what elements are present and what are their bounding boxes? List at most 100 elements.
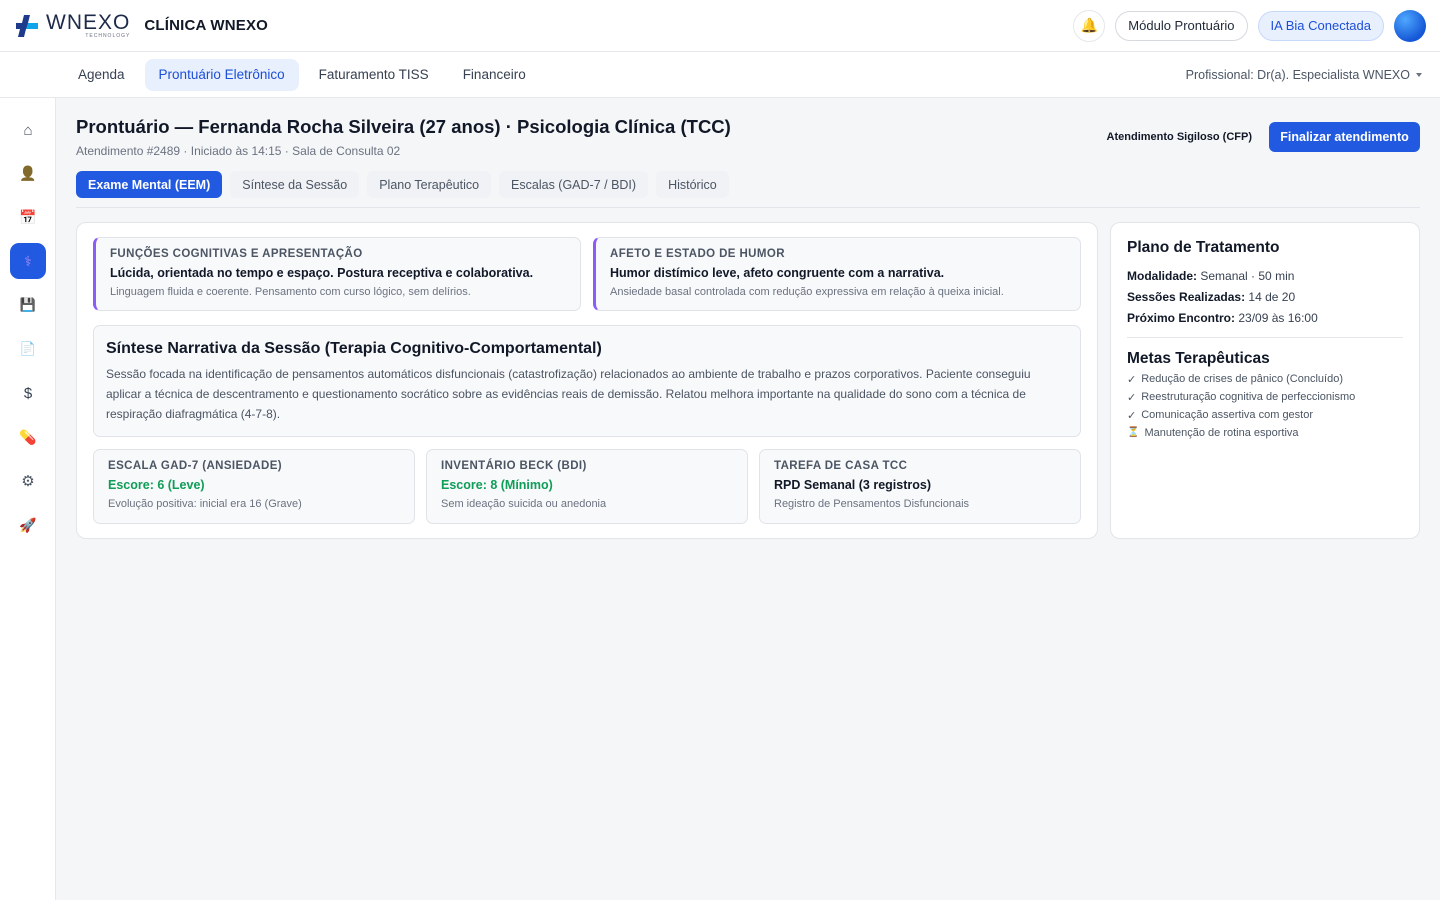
- professional-selector[interactable]: Profissional: Dr(a). Especialista WNEXO: [1186, 68, 1422, 82]
- bdi-title: INVENTÁRIO BECK (BDI): [441, 460, 587, 472]
- bdi-score: Escore: 8 (Mínimo): [441, 478, 553, 492]
- brand-logo[interactable]: WNEXO TECHNOLOGY: [14, 12, 130, 39]
- treatment-plan-title: Plano de Tratamento: [1127, 239, 1280, 256]
- clinic-name: CLÍNICA WNEXO: [144, 17, 269, 34]
- sidebar-item-launch[interactable]: 🚀: [10, 507, 46, 543]
- nav-tab-prontuario[interactable]: Prontuário Eletrônico: [144, 58, 299, 91]
- record-tabs: Exame Mental (EEM) Síntese da Sessão Pla…: [76, 171, 1420, 208]
- synthesis-title: Síntese Narrativa da Sessão (Terapia Cog…: [106, 340, 602, 357]
- sidebar-item-patients[interactable]: 👤: [10, 155, 46, 191]
- notifications-button[interactable]: 🔔: [1073, 9, 1106, 42]
- homework-card: TAREFA DE CASA TCC RPD Semanal (3 regist…: [759, 449, 1081, 524]
- rocket-icon: 🚀: [19, 516, 37, 533]
- mental-exam-panel: FUNÇÕES COGNITIVAS E APRESENTAÇÃO Lúcida…: [76, 222, 1098, 539]
- plan-modality: Modalidade: Semanal · 50 min: [1127, 269, 1403, 283]
- hourglass-icon: ⏳: [1127, 427, 1140, 438]
- bdi-note: Sem ideação suicida ou anedonia: [441, 498, 607, 510]
- gad7-note: Evolução positiva: inicial era 16 (Grave…: [108, 498, 302, 510]
- confidential-label: Atendimento Sigiloso (CFP): [1106, 131, 1252, 143]
- tab-history[interactable]: Histórico: [656, 171, 729, 198]
- module-button[interactable]: Módulo Prontuário: [1115, 10, 1248, 41]
- tab-scales[interactable]: Escalas (GAD-7 / BDI): [499, 171, 649, 198]
- sidebar-item-settings[interactable]: ⚙: [10, 463, 46, 499]
- plan-modality-label: Modalidade:: [1127, 269, 1198, 283]
- mood-card: AFETO E ESTADO DE HUMOR Humor distímico …: [593, 237, 1081, 311]
- user-icon: 👤: [19, 164, 37, 181]
- bdi-card: INVENTÁRIO BECK (BDI) Escore: 8 (Mínimo)…: [426, 449, 748, 524]
- sidebar-item-pharmacy[interactable]: 💊: [10, 419, 46, 455]
- user-avatar[interactable]: [1394, 9, 1426, 42]
- nav-tab-faturamento[interactable]: Faturamento TISS: [305, 59, 443, 91]
- divider: [1127, 337, 1403, 338]
- ia-status-button[interactable]: IA Bia Conectada: [1257, 10, 1384, 41]
- plan-next-value: 23/09 às 16:00: [1238, 311, 1318, 325]
- session-synthesis-card: Síntese Narrativa da Sessão (Terapia Cog…: [93, 325, 1081, 437]
- settings-icon: ⚙: [21, 473, 35, 490]
- sidebar: ⌂ 👤 📅 ⚕ 💾 📄 $ 💊 ⚙ 🚀: [0, 98, 56, 900]
- homework-note: Registro de Pensamentos Disfuncionais: [774, 498, 970, 510]
- goals-title: Metas Terapêuticas: [1127, 350, 1270, 367]
- cognitive-card-title: FUNÇÕES COGNITIVAS E APRESENTAÇÃO: [110, 248, 363, 260]
- plan-sessions-value: 14 de 20: [1248, 290, 1296, 304]
- goal-item: ✓ Reestruturação cognitiva de perfeccion…: [1127, 391, 1403, 404]
- gad7-title: ESCALA GAD-7 (ANSIEDADE): [108, 460, 283, 472]
- sidebar-item-documents[interactable]: 📄: [10, 331, 46, 367]
- main-nav: Agenda Prontuário Eletrônico Faturamento…: [0, 52, 1440, 98]
- sidebar-item-records[interactable]: ⚕: [10, 243, 46, 279]
- goals-list: ✓ Redução de crises de pânico (Concluído…: [1127, 373, 1403, 439]
- goal-text: Comunicação assertiva com gestor: [1141, 409, 1314, 421]
- calendar-icon: 📅: [19, 208, 37, 225]
- nav-tab-financeiro[interactable]: Financeiro: [449, 59, 540, 91]
- goal-item: ⏳ Manutenção de rotina esportiva: [1127, 427, 1403, 439]
- mood-card-note: Ansiedade basal controlada com redução e…: [610, 286, 1004, 298]
- goal-item: ✓ Redução de crises de pânico (Concluído…: [1127, 373, 1403, 386]
- professional-label: Profissional: Dr(a). Especialista WNEXO: [1185, 67, 1410, 82]
- goal-item: ✓ Comunicação assertiva com gestor: [1127, 409, 1403, 422]
- tab-mental-exam[interactable]: Exame Mental (EEM): [76, 171, 223, 198]
- stethoscope-icon: ⚕: [24, 252, 32, 269]
- goal-text: Redução de crises de pânico (Concluído): [1141, 373, 1343, 385]
- sidebar-item-home[interactable]: ⌂: [10, 112, 46, 148]
- top-bar: WNEXO TECHNOLOGY CLÍNICA WNEXO 🔔 Módulo …: [0, 0, 1440, 52]
- check-icon: ✓: [1127, 410, 1137, 422]
- homework-title: TAREFA DE CASA TCC: [774, 460, 908, 472]
- finish-consultation-button[interactable]: Finalizar atendimento: [1269, 122, 1420, 152]
- home-icon: ⌂: [23, 121, 33, 139]
- cognitive-card-main: Lúcida, orientada no tempo e espaço. Pos…: [110, 266, 534, 280]
- chevron-down-icon: [1416, 72, 1422, 77]
- document-icon: 📄: [19, 341, 37, 356]
- mood-card-main: Humor distímico leve, afeto congruente c…: [610, 266, 945, 280]
- check-icon: ✓: [1127, 374, 1137, 386]
- plan-modality-value: Semanal · 50 min: [1200, 269, 1295, 283]
- cognitive-card: FUNÇÕES COGNITIVAS E APRESENTAÇÃO Lúcida…: [93, 237, 581, 311]
- cognitive-card-note: Linguagem fluida e coerente. Pensamento …: [110, 286, 471, 298]
- plan-next-session: Próximo Encontro: 23/09 às 16:00: [1127, 311, 1403, 325]
- gad7-card: ESCALA GAD-7 (ANSIEDADE) Escore: 6 (Leve…: [93, 449, 415, 524]
- tab-session-synthesis[interactable]: Síntese da Sessão: [230, 171, 360, 198]
- goal-text: Manutenção de rotina esportiva: [1144, 427, 1299, 439]
- page-subtitle: Atendimento #2489 · Iniciado às 14:15 · …: [76, 144, 401, 158]
- logo-cross-icon: [16, 14, 38, 37]
- homework-main: RPD Semanal (3 registros): [774, 478, 931, 492]
- treatment-plan-panel: Plano de Tratamento Modalidade: Semanal …: [1110, 222, 1420, 539]
- mood-card-title: AFETO E ESTADO DE HUMOR: [610, 248, 785, 260]
- page-title: Prontuário — Fernanda Rocha Silveira (27…: [76, 116, 731, 137]
- plan-sessions-label: Sessões Realizadas:: [1127, 290, 1246, 304]
- save-icon: 💾: [19, 297, 37, 312]
- goal-text: Reestruturação cognitiva de perfeccionis…: [1141, 391, 1356, 403]
- logo-wordmark: WNEXO: [46, 11, 131, 34]
- logo-subtitle: TECHNOLOGY: [85, 33, 131, 39]
- sidebar-item-finance[interactable]: $: [10, 375, 46, 411]
- nav-tab-agenda[interactable]: Agenda: [64, 59, 139, 91]
- sidebar-item-save[interactable]: 💾: [10, 287, 46, 323]
- gad7-score: Escore: 6 (Leve): [108, 478, 205, 492]
- pill-icon: 💊: [19, 428, 37, 445]
- dollar-icon: $: [23, 384, 33, 402]
- tab-therapy-plan[interactable]: Plano Terapêutico: [367, 171, 492, 198]
- plan-sessions: Sessões Realizadas: 14 de 20: [1127, 290, 1403, 304]
- check-icon: ✓: [1127, 392, 1137, 404]
- plan-next-label: Próximo Encontro:: [1127, 311, 1236, 325]
- sidebar-item-calendar[interactable]: 📅: [10, 199, 46, 235]
- synthesis-text: Sessão focada na identificação de pensam…: [106, 367, 1031, 421]
- bell-icon: 🔔: [1080, 17, 1099, 33]
